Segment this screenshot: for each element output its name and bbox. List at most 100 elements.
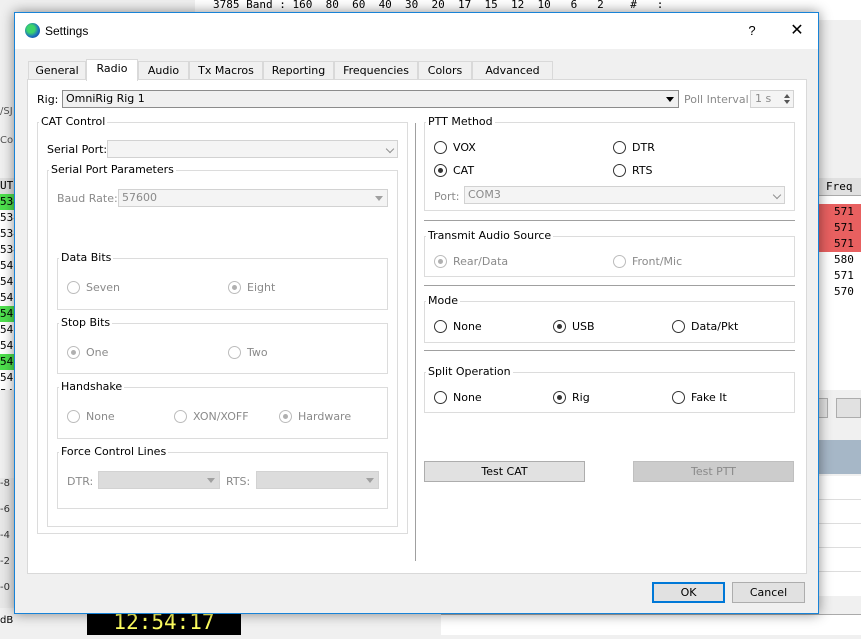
tab-audio[interactable]: Audio (138, 61, 189, 80)
handshake-title: Handshake (59, 380, 125, 393)
poll-interval-value: 1 s (755, 92, 772, 105)
radio-label: None (453, 391, 482, 404)
right-decode-list: Freq 571 571 571 580 571 570 (818, 178, 861, 390)
radio-indicator (613, 141, 626, 154)
rig-value: OmniRig Rig 1 (66, 92, 145, 105)
stop-bits-group: Stop Bits One Two (57, 316, 388, 374)
close-button[interactable]: ✕ (777, 13, 817, 49)
background-box (818, 476, 861, 596)
split-operation-group: Split Operation None Rig Fake It (424, 365, 795, 413)
radio-indicator (228, 281, 241, 294)
title-bar[interactable]: Settings ? ✕ (15, 13, 818, 49)
radio-label: Data/Pkt (691, 320, 739, 333)
radio-indicator (553, 391, 566, 404)
spin-up-icon[interactable] (784, 94, 790, 98)
radio-label: CAT (453, 164, 475, 177)
dtr-label: DTR: (67, 475, 94, 488)
tab-reporting[interactable]: Reporting (263, 61, 334, 80)
help-button[interactable]: ? (735, 13, 769, 49)
radio-label: DTR (632, 141, 655, 154)
ptt-port-select[interactable]: COM3 (464, 186, 785, 204)
rts-label: RTS: (226, 475, 251, 488)
test-cat-button[interactable]: Test CAT (424, 461, 585, 482)
radio-indicator (613, 164, 626, 177)
divider (424, 350, 795, 351)
ptt-method-title: PTT Method (426, 115, 495, 128)
radio-indicator (672, 320, 685, 333)
handshake-group: Handshake None XON/XOFF Hardware (57, 380, 388, 439)
list-item: 570 (834, 285, 854, 298)
app-icon (25, 23, 40, 38)
list-item: 580 (834, 253, 854, 266)
radio-indicator (434, 255, 447, 268)
cat-control-title: CAT Control (39, 115, 108, 128)
rig-select[interactable]: OmniRig Rig 1 (62, 90, 679, 108)
serial-port-parameters-group: Serial Port Parameters Baud Rate: 57600 … (47, 163, 398, 527)
radio-label: Rig (572, 391, 590, 404)
radio-indicator (434, 320, 447, 333)
cancel-button[interactable]: Cancel (732, 582, 805, 603)
tab-radio[interactable]: Radio (86, 59, 138, 81)
serial-port-select[interactable] (107, 140, 398, 158)
background-panel (818, 440, 861, 474)
ok-button[interactable]: OK (652, 582, 725, 603)
force-control-lines-title: Force Control Lines (59, 445, 169, 458)
tab-tx-macros[interactable]: Tx Macros (189, 61, 263, 80)
radio-indicator (434, 164, 447, 177)
mode-group: Mode None USB Data/Pkt (424, 294, 795, 343)
radio-label: Rear/Data (453, 255, 509, 268)
list-item: 571 (818, 204, 861, 220)
ptt-method-group: PTT Method VOX DTR CAT RTS Port: COM3 (424, 115, 795, 211)
chevron-down-icon (772, 190, 782, 200)
vertical-divider (415, 123, 416, 561)
dtr-select[interactable] (98, 471, 220, 489)
radio-label: RTS (632, 164, 653, 177)
radio-indicator (228, 346, 241, 359)
baud-rate-select[interactable]: 57600 (118, 189, 388, 207)
radio-indicator (67, 410, 80, 423)
tab-advanced[interactable]: Advanced (472, 61, 553, 80)
list-item: 571 (834, 269, 854, 282)
radio-label: Front/Mic (632, 255, 683, 268)
baud-rate-value: 57600 (122, 191, 157, 204)
tab-colors[interactable]: Colors (418, 61, 472, 80)
radio-indicator (67, 281, 80, 294)
test-ptt-button[interactable]: Test PTT (633, 461, 794, 482)
serial-port-parameters-title: Serial Port Parameters (49, 163, 176, 176)
poll-interval-spinbox[interactable]: 1 s (750, 90, 794, 108)
chevron-down-icon (666, 97, 674, 102)
transmit-audio-source-title: Transmit Audio Source (426, 229, 554, 242)
force-control-lines-group: Force Control Lines DTR: RTS: (57, 445, 388, 509)
list-item: 571 (818, 220, 861, 236)
rig-label: Rig: (37, 93, 59, 106)
serial-port-label: Serial Port: (47, 143, 108, 156)
rts-select[interactable] (256, 471, 379, 489)
radio-indicator (174, 410, 187, 423)
radio-indicator (67, 346, 80, 359)
divider (424, 285, 795, 286)
ptt-port-label: Port: (434, 190, 460, 203)
radio-indicator (672, 391, 685, 404)
radio-label: Eight (247, 281, 276, 294)
radio-label: Hardware (298, 410, 352, 423)
chevron-down-icon (375, 196, 383, 201)
stop-bits-title: Stop Bits (59, 316, 113, 329)
radio-indicator (553, 320, 566, 333)
right-list-header: Freq (818, 178, 861, 196)
spin-down-icon[interactable] (784, 100, 790, 104)
radio-tab-pane: Rig: OmniRig Rig 1 Poll Interval: 1 s CA… (27, 79, 807, 574)
ptt-port-value: COM3 (468, 188, 501, 201)
mode-title: Mode (426, 294, 460, 307)
radio-label: None (453, 320, 482, 333)
data-bits-title: Data Bits (59, 251, 114, 264)
tab-general[interactable]: General (28, 61, 86, 80)
tab-frequencies[interactable]: Frequencies (334, 61, 418, 80)
data-bits-group: Data Bits Seven Eight (57, 251, 388, 310)
background-button[interactable] (818, 398, 828, 418)
chevron-down-icon (207, 478, 215, 483)
radio-indicator (434, 391, 447, 404)
poll-interval-label: Poll Interval: (684, 93, 753, 106)
background-button[interactable] (836, 398, 861, 418)
transmit-audio-source-group: Transmit Audio Source Rear/Data Front/Mi… (424, 229, 795, 277)
radio-label: USB (572, 320, 595, 333)
